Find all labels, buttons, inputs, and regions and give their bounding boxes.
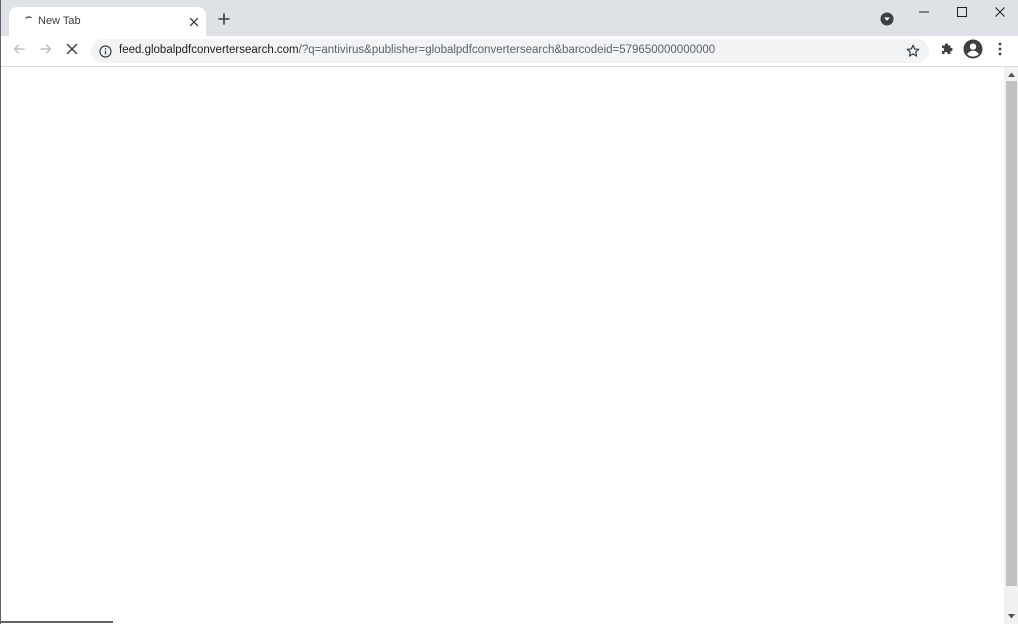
chevron-down-circle-icon (880, 12, 894, 31)
address-bar[interactable]: feed.globalpdfconvertersearch.com/?q=ant… (91, 39, 929, 63)
tab-new-tab[interactable]: New Tab (9, 7, 206, 36)
arrow-left-icon (12, 42, 26, 61)
maximize-button[interactable] (943, 0, 981, 28)
scroll-down-arrow-icon[interactable] (1004, 608, 1018, 624)
taskbar-edge (1, 621, 113, 623)
forward-button[interactable] (34, 39, 58, 63)
url-path: /?q=antivirus&publisher=globalpdfconvert… (298, 44, 716, 56)
close-icon (994, 5, 1006, 23)
menu-button[interactable] (988, 39, 1012, 63)
new-tab-button[interactable] (213, 10, 235, 32)
profile-button[interactable] (961, 39, 985, 63)
stop-icon (65, 42, 79, 61)
kebab-menu-icon (998, 42, 1002, 61)
scrollbar-thumb[interactable] (1006, 81, 1017, 586)
url-host: feed.globalpdfconvertersearch.com (119, 44, 299, 56)
loading-throbber-icon (22, 15, 36, 29)
minimize-button[interactable] (905, 0, 943, 28)
arrow-right-icon (39, 42, 53, 61)
plus-icon (218, 12, 230, 30)
tab-close-icon[interactable] (187, 15, 201, 29)
account-circle-icon (963, 39, 983, 64)
url-text[interactable]: feed.globalpdfconvertersearch.com/?q=ant… (119, 44, 715, 56)
tab-search-button[interactable] (877, 11, 897, 31)
tab-strip: New Tab (1, 0, 1018, 36)
scroll-up-arrow-icon[interactable] (1004, 67, 1018, 81)
vertical-scrollbar[interactable] (1004, 67, 1018, 624)
extensions-button[interactable] (935, 39, 959, 63)
maximize-icon (956, 5, 968, 23)
back-button[interactable] (7, 39, 31, 63)
info-icon[interactable] (97, 43, 113, 59)
toolbar: feed.globalpdfconvertersearch.com/?q=ant… (1, 36, 1018, 67)
star-outline-icon[interactable] (904, 42, 922, 60)
window-close-button[interactable] (981, 0, 1018, 28)
puzzle-icon (940, 41, 955, 61)
page-content (1, 67, 1004, 624)
browser-window: New Tab feed.globalpdfconvertersearch.co… (0, 0, 1018, 624)
tab-title: New Tab (38, 15, 81, 27)
stop-button[interactable] (60, 39, 84, 63)
minimize-icon (918, 5, 930, 23)
